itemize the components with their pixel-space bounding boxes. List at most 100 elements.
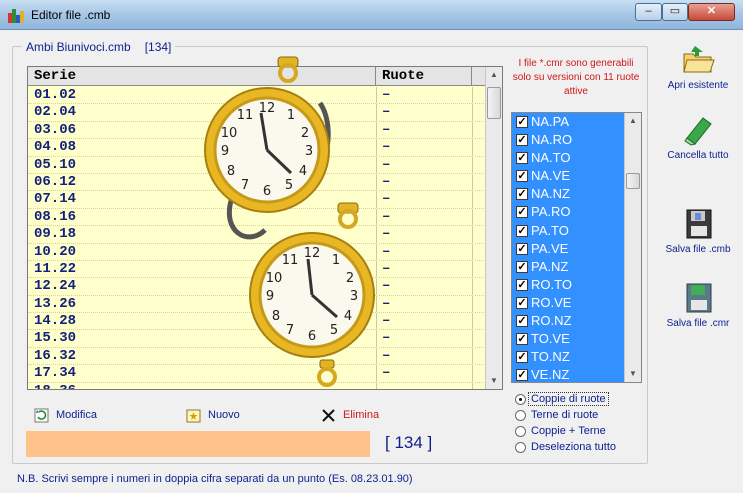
table-row[interactable]: 10.20 – [28, 243, 486, 261]
wheel-pair-item[interactable]: ✓ NA.PA [512, 113, 641, 132]
wheel-pair-item[interactable]: ✓ TO.NZ [512, 348, 641, 367]
ruote-cell[interactable]: – [382, 261, 390, 278]
checkbox[interactable]: ✓ [516, 170, 528, 183]
close-button[interactable]: ✕ [688, 3, 735, 21]
ruote-cell[interactable]: – [382, 365, 390, 382]
serie-cell[interactable]: 10.20 [34, 244, 76, 261]
table-row[interactable]: 15.30 – [28, 330, 486, 348]
wheel-pair-item[interactable]: ✓ PA.VE [512, 239, 641, 258]
serie-cell[interactable]: 08.16 [34, 209, 76, 226]
serie-cell[interactable]: 14.28 [34, 313, 76, 330]
serie-cell[interactable]: 07.14 [34, 191, 76, 208]
minimize-button[interactable]: – [635, 3, 662, 21]
checkbox[interactable]: ✓ [516, 242, 528, 255]
ruote-cell[interactable]: – [382, 383, 390, 389]
ruote-cell[interactable]: – [382, 330, 390, 347]
serie-cell[interactable]: 15.30 [34, 330, 76, 347]
checkbox[interactable]: ✓ [516, 116, 528, 128]
checkbox[interactable]: ✓ [516, 278, 528, 291]
table-row[interactable]: 05.10 – [28, 156, 486, 174]
radio-button[interactable] [515, 410, 526, 421]
wheel-pair-item[interactable]: ✓ VE.NZ [512, 366, 641, 382]
wheel-pair-item[interactable]: ✓ NA.TO [512, 149, 641, 168]
wheel-pair-item[interactable]: ✓ PA.TO [512, 221, 641, 240]
checkbox[interactable]: ✓ [516, 333, 528, 346]
ruote-cell[interactable]: – [382, 348, 390, 365]
serie-cell[interactable]: 03.06 [34, 122, 76, 139]
checkbox[interactable]: ✓ [516, 296, 528, 309]
table-row[interactable]: 03.06 – [28, 121, 486, 140]
wheel-pair-item[interactable]: ✓ NA.RO [512, 131, 641, 150]
serie-cell[interactable]: 13.26 [34, 296, 76, 313]
wheel-pairs-list[interactable]: ✓ NA.PA ✓ NA.RO ✓ NA.TO ✓ NA.VE ✓ NA.NZ ✓ PA.RO ✓ PA.… [511, 112, 642, 383]
serie-cell[interactable]: 01.02 [34, 87, 76, 104]
scroll-down-icon[interactable]: ▼ [625, 366, 641, 382]
ruote-cell[interactable]: – [382, 226, 390, 243]
serie-cell[interactable]: 02.04 [34, 104, 76, 121]
checkbox[interactable]: ✓ [516, 369, 528, 382]
ruote-cell[interactable]: – [382, 244, 390, 261]
column-header-serie[interactable]: Serie [28, 67, 376, 86]
serie-cell[interactable]: 04.08 [34, 139, 76, 156]
serie-cell[interactable]: 16.32 [34, 348, 76, 365]
table-row[interactable]: 02.04 – [28, 104, 486, 122]
radio-button[interactable] [515, 394, 526, 405]
wheel-pair-item[interactable]: ✓ NA.NZ [512, 185, 641, 204]
serie-cell[interactable]: 17.34 [34, 365, 76, 382]
serie-cell[interactable]: 12.24 [34, 278, 76, 295]
table-row[interactable]: 07.14 – [28, 191, 486, 209]
checkbox[interactable]: ✓ [516, 134, 528, 147]
wheel-pair-item[interactable]: ✓ PA.NZ [512, 257, 641, 276]
checkbox[interactable]: ✓ [516, 152, 528, 165]
table-row[interactable]: 04.08 – [28, 139, 486, 157]
serie-cell[interactable]: 18.36 [34, 383, 76, 389]
checkbox[interactable]: ✓ [516, 351, 528, 364]
ruote-cell[interactable]: – [382, 278, 390, 295]
checkbox[interactable]: ✓ [516, 260, 528, 273]
ruote-cell[interactable]: – [382, 104, 390, 121]
ruote-cell[interactable]: – [382, 174, 390, 191]
apri-esistente-button[interactable]: Apri esistente [655, 44, 741, 91]
wheel-pair-item[interactable]: ✓ PA.RO [512, 203, 641, 222]
scroll-up-icon[interactable]: ▲ [486, 67, 502, 83]
scroll-up-icon[interactable]: ▲ [625, 113, 641, 129]
table-row[interactable]: 18.36 – [28, 382, 486, 389]
serie-cell[interactable]: 09.18 [34, 226, 76, 243]
checkbox[interactable]: ✓ [516, 315, 528, 328]
wheel-pair-item[interactable]: ✓ RO.VE [512, 293, 641, 313]
wheel-pair-item[interactable]: ✓ TO.VE [512, 330, 641, 349]
series-grid[interactable]: Serie Ruote 01.02–02.04–03.06–04.08–05.1… [27, 66, 503, 390]
ruote-cell[interactable]: – [382, 139, 390, 156]
radio-button[interactable] [515, 426, 526, 437]
scroll-thumb[interactable] [626, 173, 640, 189]
checkbox[interactable]: ✓ [516, 206, 528, 219]
table-row[interactable]: 13.26 – [28, 295, 486, 314]
wheel-pair-item[interactable]: ✓ RO.TO [512, 275, 641, 294]
table-row[interactable]: 16.32 – [28, 347, 486, 366]
serie-cell[interactable]: 05.10 [34, 157, 76, 174]
ruote-cell[interactable]: – [382, 191, 390, 208]
table-row[interactable]: 06.12 – [28, 173, 486, 192]
table-row[interactable]: 14.28 – [28, 313, 486, 331]
table-row[interactable]: 09.18 – [28, 226, 486, 244]
checkbox[interactable]: ✓ [516, 188, 528, 201]
ruote-cell[interactable]: – [382, 87, 390, 104]
salva-cmr-button[interactable]: Salva file .cmr [655, 282, 741, 329]
table-row[interactable]: 08.16 – [28, 208, 486, 227]
wheel-pairs-items[interactable]: ✓ NA.PA ✓ NA.RO ✓ NA.TO ✓ NA.VE ✓ NA.NZ ✓ PA.RO ✓ PA.… [512, 113, 641, 382]
nuovo-button[interactable]: Nuovo [186, 408, 256, 424]
checkbox[interactable]: ✓ [516, 224, 528, 237]
table-row[interactable]: 17.34 – [28, 365, 486, 383]
cancella-tutto-button[interactable]: Cancella tutto [655, 114, 741, 161]
ruote-cell[interactable]: – [382, 209, 390, 226]
wheel-pair-item[interactable]: ✓ NA.VE [512, 167, 641, 186]
modifica-button[interactable]: Modifica [34, 408, 114, 424]
radio-button[interactable] [515, 442, 526, 453]
ruote-cell[interactable]: – [382, 157, 390, 174]
salva-cmb-button[interactable]: Salva file .cmb [655, 208, 741, 255]
serie-cell[interactable]: 11.22 [34, 261, 76, 278]
elimina-button[interactable]: Elimina [321, 408, 391, 424]
grid-scrollbar[interactable]: ▲ ▼ [485, 67, 502, 389]
serie-cell[interactable]: 06.12 [34, 174, 76, 191]
table-row[interactable]: 11.22 – [28, 260, 486, 279]
